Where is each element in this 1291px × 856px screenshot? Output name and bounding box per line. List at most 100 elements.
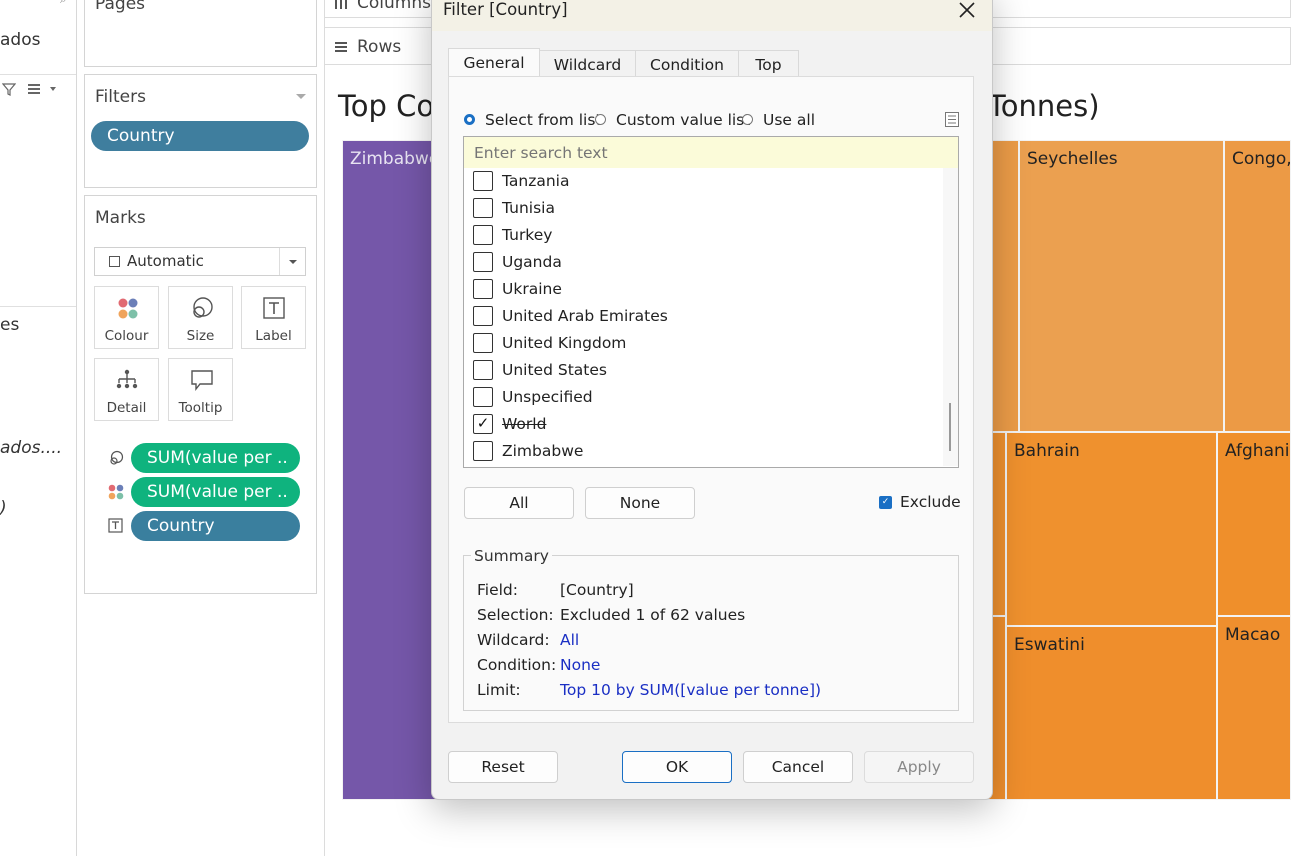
reset-button[interactable]: Reset — [448, 751, 558, 783]
dialog-title: Filter [Country] — [443, 0, 568, 19]
summary-limit-label: Limit: — [477, 681, 521, 699]
list-scrollbar[interactable] — [943, 168, 958, 466]
list-item[interactable]: Ukraine — [464, 277, 934, 301]
summary-condition-link[interactable]: None — [560, 656, 600, 674]
filter-icon[interactable] — [2, 82, 16, 96]
tab-general[interactable]: General — [448, 48, 540, 78]
filter-pill-country[interactable]: Country — [91, 121, 309, 151]
rows-icon — [335, 42, 347, 52]
close-icon[interactable] — [958, 1, 976, 19]
viz-title-right: Tonnes) — [988, 89, 1100, 123]
list-item[interactable]: United States — [464, 358, 934, 382]
scrollbar-thumb[interactable] — [949, 403, 951, 451]
filter-dialog: Filter [Country] General Wildcard Condit… — [431, 0, 993, 800]
summary-wildcard-link[interactable]: All — [560, 631, 579, 649]
divider — [0, 306, 76, 307]
detail-icon — [116, 369, 138, 389]
exclude-label[interactable]: Exclude — [900, 493, 961, 511]
size-label: Size — [186, 328, 215, 344]
tile-label: Seychelles — [1027, 149, 1118, 169]
tile-label: Zimbabwe — [350, 149, 440, 169]
select-from-list-label[interactable]: Select from list — [485, 111, 602, 129]
list-item-label: United States — [502, 361, 607, 379]
list-item[interactable]: Unspecified — [464, 385, 934, 409]
list-item-checkbox[interactable] — [473, 198, 493, 218]
list-item-checkbox[interactable] — [473, 387, 493, 407]
list-item-checkbox[interactable] — [473, 306, 493, 326]
list-item-checkbox[interactable] — [473, 333, 493, 353]
cancel-button[interactable]: Cancel — [743, 751, 853, 783]
none-button[interactable]: None — [585, 487, 695, 519]
text-label-icon — [263, 297, 285, 319]
apply-button[interactable]: Apply — [864, 751, 974, 783]
search-input[interactable] — [463, 136, 959, 169]
filters-card: Filters Country — [84, 74, 317, 188]
tooltip-button[interactable]: Tooltip — [168, 358, 233, 421]
search-icon[interactable]: ⌕ — [60, 0, 67, 7]
colour-button[interactable]: Colour — [94, 286, 159, 349]
treemap-tile[interactable]: Congo, — [1224, 140, 1291, 432]
measure-item[interactable]: ados.... — [0, 438, 62, 458]
pages-title: Pages — [95, 0, 146, 14]
list-item[interactable]: Zimbabwe — [464, 439, 934, 463]
list-item-checkbox[interactable] — [473, 252, 493, 272]
mark-type-dropdown[interactable]: Automatic — [94, 247, 306, 276]
tab-wildcard[interactable]: Wildcard — [539, 50, 636, 78]
list-item[interactable]: Tanzania — [464, 169, 934, 193]
measure-item[interactable]: ) — [0, 498, 7, 518]
colour-label: Colour — [104, 328, 149, 344]
list-item[interactable]: United Arab Emirates — [464, 304, 934, 328]
search-input-field[interactable] — [464, 137, 958, 168]
measures-label: es — [0, 315, 20, 335]
value-list: Tanzania Tunisia Turkey Uganda Ukraine United… — [463, 168, 959, 468]
custom-value-list-label[interactable]: Custom value list — [616, 111, 750, 129]
use-all-radio[interactable] — [742, 114, 753, 125]
size-button[interactable]: Size — [168, 286, 233, 349]
list-item[interactable]: Uganda — [464, 250, 934, 274]
list-item-checkbox[interactable] — [473, 171, 493, 191]
list-item-label: Tunisia — [502, 199, 555, 217]
marks-field-pill-country[interactable]: Country — [131, 511, 300, 541]
select-from-list-radio[interactable] — [464, 114, 475, 125]
list-item[interactable]: Turkey — [464, 223, 934, 247]
list-item-checkbox[interactable] — [473, 360, 493, 380]
view-options-icon[interactable] — [28, 84, 58, 94]
treemap-tile[interactable]: Macao — [1217, 616, 1291, 800]
custom-value-list-radio[interactable] — [595, 114, 606, 125]
marks-field-pill[interactable]: SUM(value per .. — [131, 477, 300, 507]
treemap-tile[interactable]: Eswatini — [1006, 626, 1217, 800]
divider — [0, 74, 76, 75]
summary-limit-link[interactable]: Top 10 by SUM([value per tonne]) — [560, 681, 821, 699]
viz-title-left: Top Co — [338, 89, 435, 123]
treemap-tile[interactable]: Afghani — [1217, 432, 1291, 616]
mark-type-label: Automatic — [127, 252, 204, 270]
list-item[interactable]: United Kingdom — [464, 331, 934, 355]
dropdown-arrow-icon[interactable] — [296, 94, 306, 100]
colour-icon — [118, 298, 138, 319]
pages-card: Pages — [84, 0, 317, 67]
summary-field-label: Field: — [477, 581, 518, 599]
dialog-titlebar[interactable]: Filter [Country] — [432, 0, 992, 31]
treemap-tile[interactable]: Bahrain — [1006, 432, 1217, 626]
exclude-checkbox[interactable]: ✓ — [879, 496, 892, 509]
detail-button[interactable]: Detail — [94, 358, 159, 421]
size-icon — [193, 297, 213, 318]
treemap-tile[interactable]: Seychelles — [1019, 140, 1224, 432]
tab-condition[interactable]: Condition — [635, 50, 739, 78]
all-button[interactable]: All — [464, 487, 574, 519]
list-menu-icon[interactable] — [945, 112, 959, 127]
use-all-label[interactable]: Use all — [763, 111, 815, 129]
tab-top[interactable]: Top — [738, 50, 799, 78]
list-item[interactable]: ✓ World — [464, 412, 934, 436]
list-item-checkbox[interactable] — [473, 225, 493, 245]
list-item[interactable]: Tunisia — [464, 196, 934, 220]
label-button[interactable]: Label — [241, 286, 306, 349]
tile-label: Congo, — [1232, 149, 1291, 169]
list-item-checkbox[interactable] — [473, 441, 493, 461]
list-item-checkbox[interactable] — [473, 279, 493, 299]
list-item-label: World — [502, 415, 547, 433]
data-source-name[interactable]: ados — [0, 30, 40, 50]
marks-field-pill[interactable]: SUM(value per .. — [131, 443, 300, 473]
list-item-checkbox[interactable]: ✓ — [473, 414, 493, 434]
ok-button[interactable]: OK — [622, 751, 732, 783]
